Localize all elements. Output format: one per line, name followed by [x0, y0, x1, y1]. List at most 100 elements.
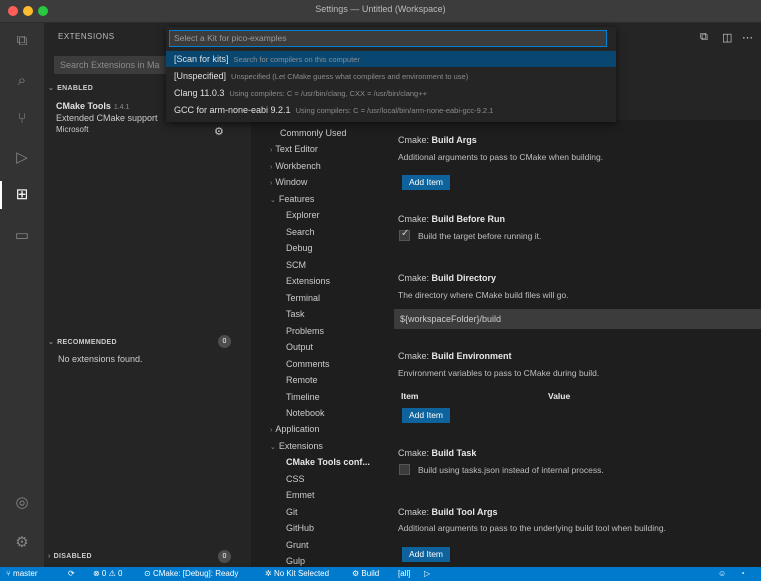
setting-name: Build Tool Args	[431, 507, 498, 517]
tree-label: Features	[278, 194, 315, 204]
tree-item-feature[interactable]: Terminal	[286, 293, 320, 303]
extensions-search-input[interactable]: Search Extensions in Ma	[54, 56, 178, 74]
enabled-section-header[interactable]: ⌄ ENABLED	[48, 84, 93, 92]
disabled-section-header[interactable]: › DISABLED	[48, 553, 92, 560]
run-debug-icon[interactable]: ▷	[12, 148, 32, 168]
build-environment-add-item-button[interactable]: Add Item	[402, 408, 451, 423]
setting-name: Build Task	[431, 448, 477, 458]
chevron-right-icon: ›	[270, 180, 273, 187]
build-directory-input[interactable]: ${workspaceFolder}/build	[394, 309, 761, 329]
chevron-down-icon: ⌄	[48, 339, 55, 346]
setting-prefix: Cmake:	[398, 448, 430, 458]
status-bar: ⑂ master ⟳ ⊗ 0 ⚠ 0 ⊙ CMake: [Debug]: Rea…	[0, 567, 761, 581]
quick-pick-item[interactable]: [Unspecified] Unspecified (Let CMake gues…	[166, 68, 616, 84]
setting-build-tool-args-desc: Additional arguments to pass to the unde…	[398, 523, 666, 533]
tree-label: Application	[275, 424, 320, 434]
setting-build-args-title: Cmake: Build Args	[398, 135, 477, 145]
chevron-down-icon: ⌄	[270, 197, 276, 204]
tree-item-text-editor[interactable]: › Text Editor	[270, 144, 318, 154]
build-task-checkbox[interactable]	[399, 464, 410, 475]
tree-item-feature[interactable]: Task	[286, 309, 305, 319]
chevron-right-icon: ›	[48, 553, 51, 560]
chevron-down-icon: ⌄	[48, 85, 55, 92]
env-table-item-header: Item	[401, 391, 419, 401]
tree-item-extension-setting[interactable]: GitHub	[286, 523, 314, 533]
build-gear-icon: ⚙	[352, 569, 360, 578]
tools-icon: ✲	[265, 569, 272, 578]
tree-item-feature[interactable]: Debug	[286, 243, 313, 253]
quick-pick-label: Clang 11.0.3	[174, 88, 225, 98]
account-icon[interactable]: ◎	[12, 493, 32, 513]
run-status-icon[interactable]: ▷	[424, 568, 430, 580]
extensions-icon[interactable]: ⊞	[12, 185, 32, 205]
feedback-icon[interactable]: ☺	[718, 568, 726, 580]
quick-pick-detail: Using compilers: C = /usr/local/bin/arm-…	[295, 106, 494, 115]
target-status[interactable]: [all]	[398, 568, 410, 580]
more-actions-icon[interactable]: ⋯	[742, 31, 753, 44]
notifications-bell-icon[interactable]: ◔	[740, 568, 745, 580]
tree-item-feature[interactable]: Search	[286, 227, 315, 237]
build-status[interactable]: ⚙ Build	[352, 568, 379, 580]
extension-publisher: Microsoft	[56, 125, 89, 134]
chevron-right-icon: ›	[270, 164, 273, 171]
quick-pick-item[interactable]: [Scan for kits] Search for compilers on t…	[166, 51, 616, 67]
tree-item-feature[interactable]: Problems	[286, 326, 324, 336]
problems-status[interactable]: ⊗ 0 ⚠ 0	[93, 568, 122, 580]
build-args-add-item-button[interactable]: Add Item	[402, 175, 451, 190]
tree-item-feature[interactable]: SCM	[286, 260, 306, 270]
quick-pick-item[interactable]: Clang 11.0.3 Using compilers: C = /usr/bi…	[166, 85, 616, 101]
quick-pick-item[interactable]: GCC for arm-none-eabi 9.2.1 Using compile…	[166, 102, 616, 118]
setting-name: Build Directory	[431, 273, 497, 283]
tree-item-extension-setting[interactable]: Emmet	[286, 490, 315, 500]
tree-item-feature[interactable]: Extensions	[286, 276, 330, 286]
tree-item-extension-setting[interactable]: CMake Tools conf...	[286, 457, 370, 467]
kit-quick-pick-input[interactable]: Select a Kit for pico-examples	[169, 30, 607, 47]
tree-item-feature[interactable]: Notebook	[286, 408, 325, 418]
branch-icon: ⑂	[6, 569, 11, 578]
cmake-status-icon: ⊙	[144, 569, 151, 578]
extension-manage-gear-icon[interactable]: ⚙	[214, 125, 224, 138]
tree-item-features[interactable]: ⌄ Features	[270, 194, 314, 204]
tree-item-feature[interactable]: Explorer	[286, 210, 320, 220]
setting-build-environment-title: Cmake: Build Environment	[398, 351, 512, 361]
recommended-section-header[interactable]: ⌄ RECOMMENDED	[48, 338, 117, 346]
extension-item[interactable]: CMake Tools 1.4.1	[56, 101, 129, 111]
split-editor-icon[interactable]: ◫	[722, 31, 732, 44]
tree-item-commonly-used[interactable]: Commonly Used	[280, 128, 347, 138]
setting-build-tool-args-title: Cmake: Build Tool Args	[398, 507, 498, 517]
manage-gear-icon[interactable]: ⚙	[12, 533, 32, 553]
tree-item-extension-setting[interactable]: CSS	[286, 474, 305, 484]
build-before-run-checkbox[interactable]: ✓	[399, 228, 410, 241]
search-icon[interactable]: ⌕	[12, 71, 32, 91]
tree-item-feature[interactable]: Timeline	[286, 392, 320, 402]
tree-item-extension-setting[interactable]: Gulp	[286, 556, 305, 566]
quick-pick-label: [Scan for kits]	[174, 54, 229, 64]
tree-item-extension-setting[interactable]: Grunt	[286, 540, 309, 550]
setting-name: Build Environment	[431, 351, 512, 361]
tree-item-extensions[interactable]: ⌄ Extensions	[270, 441, 323, 451]
remote-explorer-icon[interactable]: ▭	[12, 226, 32, 246]
setting-build-before-run-title: Cmake: Build Before Run	[398, 214, 505, 224]
tree-item-workbench[interactable]: › Workbench	[270, 161, 321, 171]
cmake-status[interactable]: ⊙ CMake: [Debug]: Ready	[144, 568, 238, 580]
tree-item-extension-setting[interactable]: Git	[286, 507, 298, 517]
kit-status[interactable]: ✲ No Kit Selected	[265, 568, 329, 580]
tree-item-feature[interactable]: Remote	[286, 375, 318, 385]
build-tool-args-add-item-button[interactable]: Add Item	[402, 547, 451, 562]
quick-pick-detail: Using compilers: C = /usr/bin/clang, CXX…	[229, 89, 427, 98]
open-settings-json-icon[interactable]: ⧉	[700, 31, 708, 44]
build-label: Build	[361, 569, 380, 578]
setting-build-directory-title: Cmake: Build Directory	[398, 273, 496, 283]
tree-item-feature[interactable]: Output	[286, 342, 313, 352]
tree-label: Extensions	[278, 441, 323, 451]
explorer-icon[interactable]: ⧉	[12, 31, 32, 51]
branch-status[interactable]: ⑂ master	[6, 568, 38, 580]
title-bar: Settings — Untitled (Workspace)	[0, 0, 761, 23]
source-control-icon[interactable]: ⑂	[12, 109, 32, 129]
tree-item-window[interactable]: › Window	[270, 177, 307, 187]
tree-item-application[interactable]: › Application	[270, 424, 319, 434]
tree-item-feature[interactable]: Comments	[286, 359, 330, 369]
active-indicator	[0, 181, 2, 209]
setting-prefix: Cmake:	[398, 507, 430, 517]
sync-icon[interactable]: ⟳	[68, 568, 75, 580]
